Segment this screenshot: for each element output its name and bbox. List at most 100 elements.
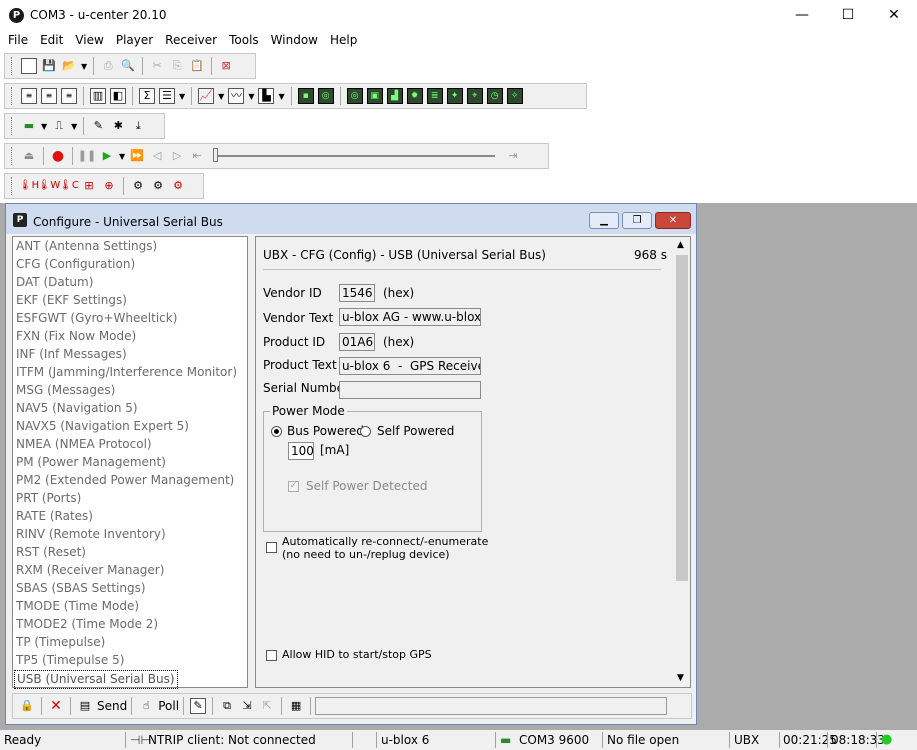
- connection-dropdown-icon[interactable]: ▼: [41, 122, 47, 131]
- rewind-icon[interactable]: ⇤: [189, 148, 205, 164]
- copy-config-icon[interactable]: ⧉: [219, 698, 235, 714]
- packet-console-icon[interactable]: ≡: [41, 88, 57, 104]
- step-back-icon[interactable]: ◁: [149, 148, 165, 164]
- message-list-item[interactable]: PM2 (Extended Power Management): [16, 472, 234, 489]
- scroll-down-arrow-icon[interactable]: ▼: [677, 673, 684, 683]
- message-list-item[interactable]: TMODE2 (Time Mode 2): [16, 616, 158, 633]
- auto-reconnect-checkbox[interactable]: [266, 542, 277, 553]
- message-list-item[interactable]: TP (Timepulse): [16, 634, 105, 651]
- print-icon[interactable]: ⎙: [100, 58, 116, 74]
- coldstart-icon[interactable]: 🌡 C: [59, 178, 79, 194]
- step-forward-icon[interactable]: ▷: [169, 148, 185, 164]
- self-powered-radio[interactable]: [360, 426, 371, 437]
- message-list-item[interactable]: RST (Reset): [16, 544, 86, 561]
- baudrate-icon[interactable]: ⎍: [51, 118, 67, 134]
- message-list-item[interactable]: NAV5 (Navigation 5): [16, 400, 138, 417]
- fast-forward-icon[interactable]: ⏩: [129, 148, 145, 164]
- goto-end-icon[interactable]: ⇥: [505, 148, 521, 164]
- dialog-close-button[interactable]: ✕: [655, 212, 691, 229]
- eject-icon[interactable]: ⏏: [21, 148, 37, 164]
- message-list-item[interactable]: TP5 (Timepulse 5): [16, 652, 124, 669]
- dialog-restore-button[interactable]: ❐: [622, 212, 652, 229]
- open-folder-icon[interactable]: 📂: [61, 58, 77, 74]
- satellite-icon[interactable]: ✦: [446, 88, 463, 104]
- statistic-view-icon[interactable]: Σ: [139, 88, 155, 104]
- menu-tools[interactable]: Tools: [223, 31, 265, 50]
- playback-slider[interactable]: [213, 148, 496, 164]
- message-list-item[interactable]: SBAS (SBAS Settings): [16, 580, 146, 597]
- menu-window[interactable]: Window: [265, 31, 324, 50]
- configure-view-icon[interactable]: ◧: [110, 88, 126, 104]
- message-list-item[interactable]: NMEA (NMEA Protocol): [16, 436, 152, 453]
- load-config-icon[interactable]: ⇲: [239, 698, 255, 714]
- slider-thumb[interactable]: [213, 148, 219, 162]
- clock-icon[interactable]: ◷: [486, 88, 503, 104]
- message-list-item[interactable]: INF (Inf Messages): [16, 346, 127, 363]
- histogram-dropdown-icon[interactable]: ▼: [248, 92, 254, 101]
- data-view-icon[interactable]: ≣: [426, 88, 443, 104]
- close-view-icon[interactable]: ⊠: [218, 58, 234, 74]
- chart-view-icon[interactable]: 📈: [198, 88, 215, 104]
- connection-icon[interactable]: ▬: [21, 118, 37, 134]
- menu-receiver[interactable]: Receiver: [159, 31, 223, 50]
- message-list-item[interactable]: EKF (EKF Settings): [16, 292, 127, 309]
- pause-icon[interactable]: ❚❚: [78, 148, 96, 164]
- menu-edit[interactable]: Edit: [34, 31, 69, 50]
- message-list-item[interactable]: PM (Power Management): [16, 454, 166, 471]
- message-list-item[interactable]: RXM (Receiver Manager): [16, 562, 164, 579]
- record-config-icon[interactable]: ▦: [288, 698, 304, 714]
- product-id-field[interactable]: 01A6: [339, 333, 375, 351]
- copy-icon[interactable]: ⎘: [169, 58, 185, 74]
- baudrate-dropdown-icon[interactable]: ▼: [71, 122, 77, 131]
- autobaud-wand-icon[interactable]: ✎: [90, 118, 106, 134]
- serial-number-field[interactable]: [339, 381, 481, 399]
- autopoll-icon[interactable]: ✎: [190, 698, 207, 714]
- message-list-item[interactable]: ANT (Antenna Settings): [16, 238, 157, 255]
- signal-view-icon[interactable]: ▟: [386, 88, 403, 104]
- tools-icon[interactable]: ✧: [506, 88, 523, 104]
- binary-console-icon[interactable]: ≡: [61, 88, 77, 104]
- menu-view[interactable]: View: [69, 31, 109, 50]
- save-config-icon[interactable]: ⇱: [259, 698, 275, 714]
- product-text-field[interactable]: u-blox 6 - GPS Receiver: [339, 357, 481, 375]
- dashboard-icon[interactable]: ▣: [366, 88, 383, 104]
- warmstart-icon[interactable]: 🌡 W: [38, 178, 61, 194]
- message-list-item[interactable]: ESFGWT (Gyro+Wheeltick): [16, 310, 177, 327]
- compass-view-icon[interactable]: ◎: [346, 88, 363, 104]
- power-value-field[interactable]: 100: [288, 442, 314, 460]
- scroll-up-arrow-icon[interactable]: ▲: [677, 240, 684, 250]
- histogram-view-icon[interactable]: 〰: [228, 88, 245, 104]
- messages-view-icon[interactable]: ▥: [90, 88, 106, 104]
- menu-file[interactable]: File: [0, 31, 34, 50]
- download-icon[interactable]: ⤓: [130, 118, 146, 134]
- message-list[interactable]: ANT (Antenna Settings) CFG (Configuration…: [12, 236, 248, 689]
- bar-chart-icon[interactable]: ▙: [258, 88, 275, 104]
- allow-hid-checkbox[interactable]: [266, 650, 277, 661]
- message-list-item[interactable]: RATE (Rates): [16, 508, 93, 525]
- open-dropdown-icon[interactable]: ▼: [81, 62, 87, 71]
- play-icon[interactable]: ▶: [99, 148, 115, 164]
- vendor-text-field[interactable]: u-blox AG - www.u-blox.com: [339, 308, 481, 326]
- menu-help[interactable]: Help: [324, 31, 363, 50]
- panel-scrollbar[interactable]: ▲ ▼: [674, 237, 690, 687]
- gnss-config-add-icon[interactable]: ⊕: [101, 178, 117, 194]
- debug-bug-icon[interactable]: ✱: [110, 118, 126, 134]
- cut-icon[interactable]: ✂: [149, 58, 165, 74]
- table-view-icon[interactable]: ☰: [159, 88, 175, 104]
- message-list-item[interactable]: ITFM (Jamming/Interference Monitor): [16, 364, 237, 381]
- scroll-thumb[interactable]: [676, 255, 688, 581]
- bar-dropdown-icon[interactable]: ▼: [278, 92, 284, 101]
- receiver-config-icon[interactable]: ⚙: [130, 178, 146, 194]
- message-list-item[interactable]: RINV (Remote Inventory): [16, 526, 166, 543]
- lock-icon[interactable]: 🔒: [19, 698, 35, 714]
- new-file-icon[interactable]: [21, 58, 37, 74]
- send-button[interactable]: Send: [97, 699, 127, 713]
- menu-player[interactable]: Player: [110, 31, 159, 50]
- play-dropdown-icon[interactable]: ▼: [119, 152, 125, 161]
- send-icon[interactable]: ▤: [77, 698, 93, 714]
- message-list-item[interactable]: DAT (Datum): [16, 274, 93, 291]
- text-console-icon[interactable]: ≡: [21, 88, 37, 104]
- save-icon[interactable]: 💾: [41, 58, 57, 74]
- delete-icon[interactable]: ✕: [48, 698, 64, 714]
- map-view-icon[interactable]: ▪: [297, 88, 314, 104]
